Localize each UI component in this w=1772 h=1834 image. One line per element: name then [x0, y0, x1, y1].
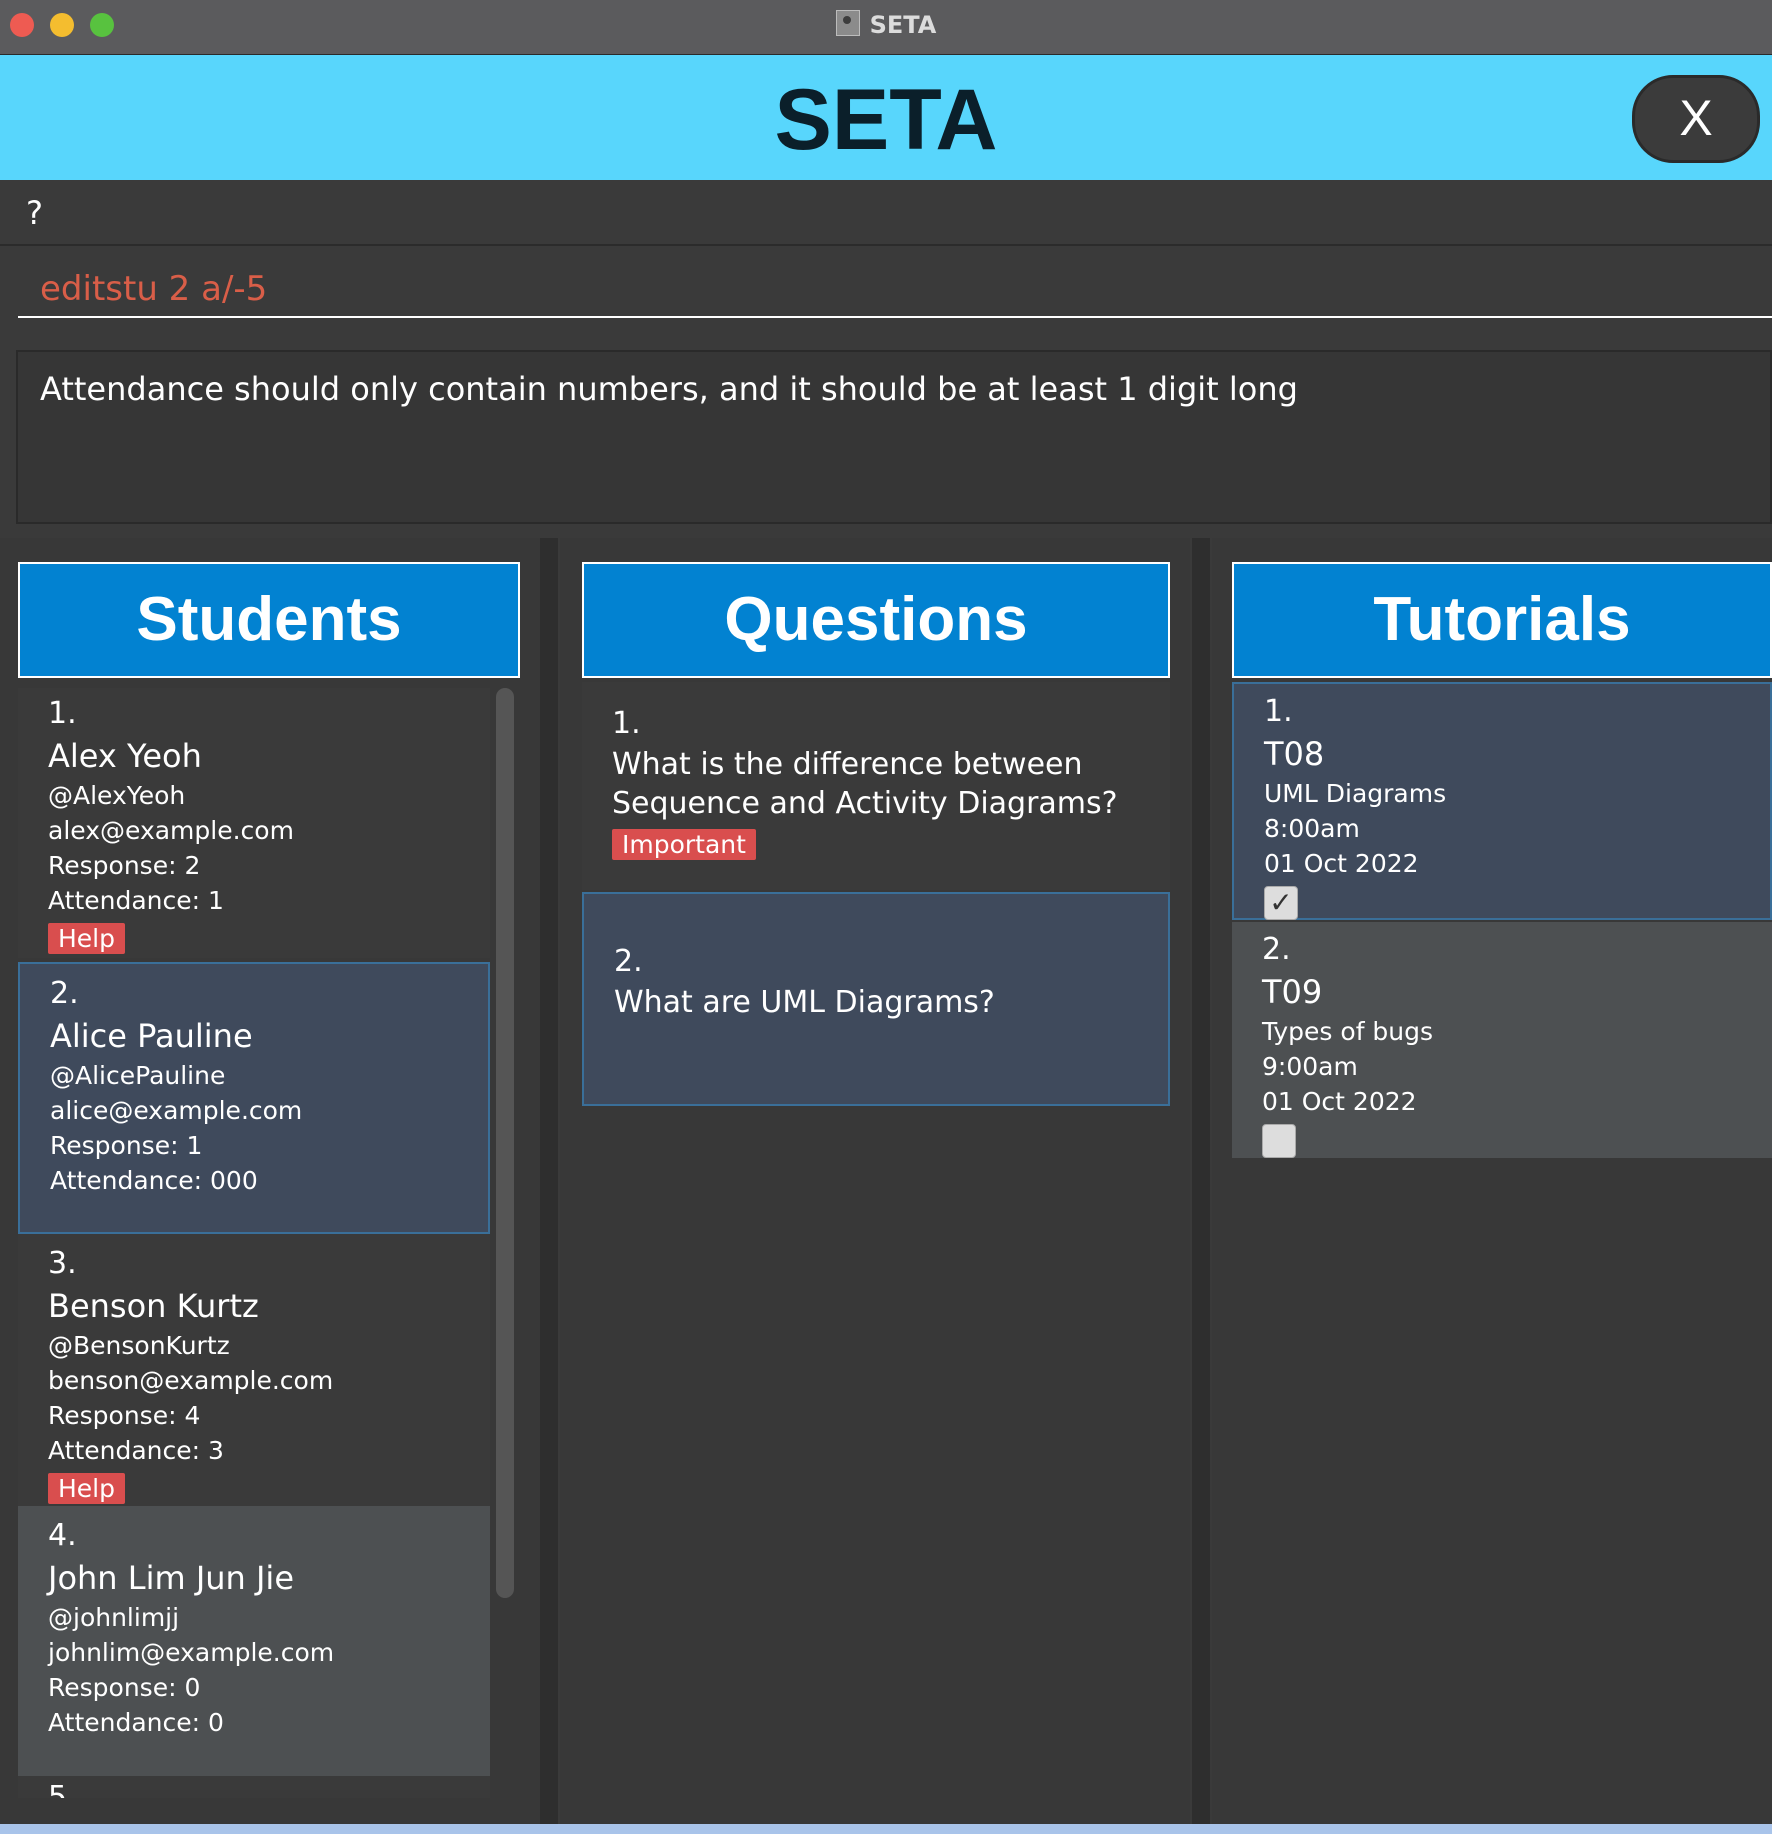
app-title: SETA — [774, 72, 998, 168]
tutorial-card[interactable]: 2. T09 Types of bugs 9:00am 01 Oct 2022 — [1232, 922, 1772, 1158]
tutorial-topic: Types of bugs — [1262, 1017, 1434, 1046]
question-card[interactable]: 2. What are UML Diagrams? — [582, 892, 1170, 1106]
tutorials-header: Tutorials — [1232, 562, 1772, 678]
student-attendance: Attendance: 0 — [48, 1708, 224, 1737]
app-header: SETA X — [0, 55, 1772, 180]
window-titlebar: SETA — [0, 0, 1772, 55]
tutorials-panel: Tutorials 1. T08 UML Diagrams 8:00am 01 … — [1212, 538, 1772, 1824]
question-text-line-2: Sequence and Activity Diagrams? — [612, 786, 1118, 821]
result-display: Attendance should only contain numbers, … — [16, 350, 1772, 524]
student-email: alex@example.com — [48, 816, 294, 845]
student-index: 1. — [48, 696, 77, 731]
student-name: Benson Kurtz — [48, 1287, 259, 1325]
tutorial-card[interactable]: 1. T08 UML Diagrams 8:00am 01 Oct 2022 ✓ — [1232, 682, 1772, 920]
result-message: Attendance should only contain numbers, … — [40, 370, 1298, 408]
student-attendance: Attendance: 000 — [50, 1166, 258, 1195]
student-email: johnlim@example.com — [48, 1638, 335, 1667]
student-email: benson@example.com — [48, 1366, 334, 1395]
command-box — [0, 246, 1772, 338]
student-list-scrollbar[interactable] — [494, 688, 516, 1824]
question-text-line-1: What is the difference between — [612, 747, 1083, 782]
panel-divider — [540, 538, 558, 1824]
student-index: 3. — [48, 1246, 77, 1281]
important-tag: Important — [612, 829, 756, 860]
help-tag: Help — [48, 923, 125, 954]
student-attendance: Attendance: 3 — [48, 1436, 224, 1465]
student-name: Alex Yeoh — [48, 737, 202, 775]
tutorial-code: T08 — [1264, 735, 1325, 773]
student-name: Alice Pauline — [50, 1017, 253, 1055]
tutorial-time: 8:00am — [1264, 814, 1360, 843]
question-index: 2. — [614, 944, 643, 979]
menu-bar: ? — [0, 180, 1772, 246]
tutorial-index: 1. — [1264, 694, 1293, 729]
student-response: Response: 0 — [48, 1673, 201, 1702]
command-input[interactable] — [18, 262, 1772, 318]
student-index: 2. — [50, 976, 79, 1011]
student-list[interactable]: 1. Alex Yeoh @AlexYeoh alex@example.com … — [18, 688, 490, 1798]
help-menu[interactable]: ? — [26, 194, 43, 232]
app-icon — [835, 10, 860, 36]
question-index: 1. — [612, 706, 641, 741]
student-card[interactable]: 5. — [18, 1776, 490, 1798]
tutorial-list[interactable]: 1. T08 UML Diagrams 8:00am 01 Oct 2022 ✓… — [1232, 682, 1772, 1782]
tutorial-date: 01 Oct 2022 — [1262, 1087, 1417, 1116]
student-card[interactable]: 1. Alex Yeoh @AlexYeoh alex@example.com … — [18, 688, 490, 958]
exit-button[interactable]: X — [1632, 75, 1760, 163]
window-title: SETA — [0, 10, 1772, 39]
scrollbar-thumb[interactable] — [496, 688, 514, 1598]
tutorial-code: T09 — [1262, 973, 1323, 1011]
student-handle: @BensonKurtz — [48, 1331, 230, 1360]
tutorial-complete-checkbox[interactable] — [1262, 1124, 1296, 1158]
student-attendance: Attendance: 1 — [48, 886, 224, 915]
question-card[interactable]: 1. What is the difference between Sequen… — [582, 682, 1170, 890]
student-handle: @johnlimjj — [48, 1603, 180, 1632]
questions-header: Questions — [582, 562, 1170, 678]
student-index: 5. — [48, 1780, 77, 1798]
students-panel: Students 1. Alex Yeoh @AlexYeoh alex@exa… — [0, 538, 540, 1824]
student-index: 4. — [48, 1518, 77, 1553]
tutorial-complete-checkbox[interactable]: ✓ — [1264, 886, 1298, 920]
student-handle: @AlexYeoh — [48, 781, 186, 810]
student-card[interactable]: 2. Alice Pauline @AlicePauline alice@exa… — [18, 962, 490, 1234]
student-card[interactable]: 3. Benson Kurtz @BensonKurtz benson@exam… — [18, 1234, 490, 1506]
tutorial-topic: UML Diagrams — [1264, 779, 1447, 808]
help-tag: Help — [48, 1473, 125, 1504]
questions-panel: Questions 1. What is the difference betw… — [560, 538, 1190, 1824]
tutorial-time: 9:00am — [1262, 1052, 1358, 1081]
question-list[interactable]: 1. What is the difference between Sequen… — [582, 682, 1170, 1782]
students-header: Students — [18, 562, 520, 678]
student-response: Response: 1 — [50, 1131, 203, 1160]
window-title-text: SETA — [869, 11, 937, 39]
panel-divider — [1192, 538, 1210, 1824]
question-text-line-1: What are UML Diagrams? — [614, 985, 995, 1020]
student-email: alice@example.com — [50, 1096, 303, 1125]
student-handle: @AlicePauline — [50, 1061, 226, 1090]
student-response: Response: 2 — [48, 851, 201, 880]
student-name: John Lim Jun Jie — [48, 1559, 294, 1597]
student-response: Response: 4 — [48, 1401, 201, 1430]
tutorial-date: 01 Oct 2022 — [1264, 849, 1419, 878]
tutorial-index: 2. — [1262, 932, 1291, 967]
student-card[interactable]: 4. John Lim Jun Jie @johnlimjj johnlim@e… — [18, 1506, 490, 1776]
window-bottom-edge — [0, 1824, 1772, 1834]
